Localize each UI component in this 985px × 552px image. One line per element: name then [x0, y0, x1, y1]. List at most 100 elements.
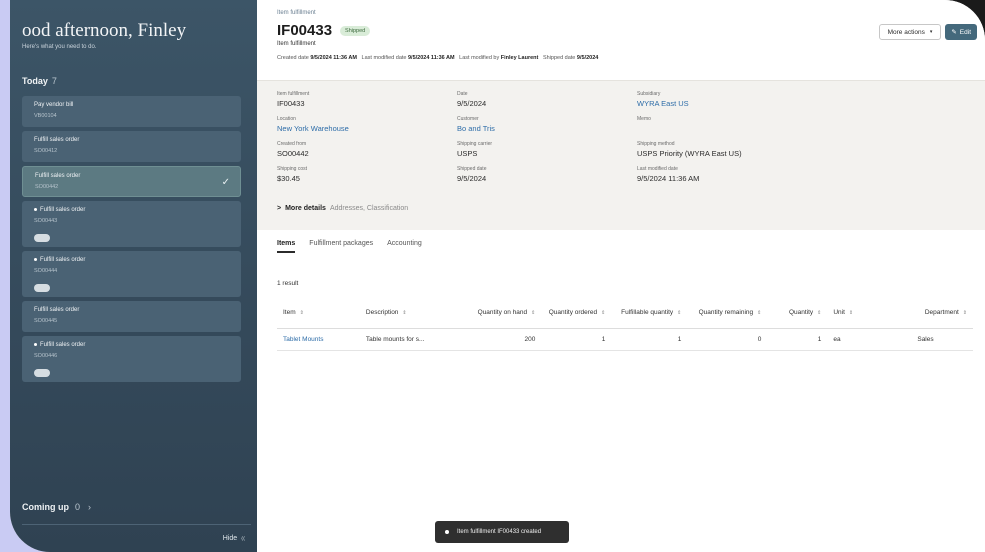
field-value: 9/5/2024: [457, 174, 487, 183]
field-label: Shipping method: [637, 141, 675, 147]
more-actions-label: More actions: [887, 28, 925, 36]
meta-label: Created date: [277, 55, 309, 61]
field-label: Date: [457, 91, 468, 97]
toast-message: Item fulfillment IF00433 created: [457, 529, 542, 535]
cell-department: Sales: [887, 328, 973, 351]
field-value: IF00433: [277, 99, 305, 108]
column-header-item[interactable]: Item ⇕: [277, 298, 360, 329]
status-badge: Shipped: [340, 25, 371, 36]
task-tag-pill: [34, 284, 50, 292]
task-item[interactable]: Fulfill sales order SO00443: [22, 201, 241, 247]
sort-icon: ⇕: [677, 310, 682, 317]
field-created-from: Created from SO00442: [277, 141, 309, 158]
edit-button[interactable]: ✎ Edit: [945, 24, 977, 40]
field-shipping-method: Shipping method USPS Priority (WYRA East…: [637, 141, 742, 158]
column-header-quantity-remaining[interactable]: Quantity remaining ⇕: [687, 298, 768, 329]
field-value: USPS Priority (WYRA East US): [637, 149, 742, 158]
task-ref: SO00412: [34, 148, 58, 154]
more-actions-button[interactable]: More actions ▾: [878, 24, 942, 40]
cell-fulfillable-quantity: 1: [611, 328, 688, 351]
more-details-toggle[interactable]: > More details Addresses, Classification: [277, 205, 408, 212]
unread-dot-icon: [34, 257, 37, 261]
cell-quantity-on-hand: 200: [471, 328, 542, 351]
meta-value: 9/5/2024: [576, 55, 599, 61]
task-title: Fulfill sales order: [35, 173, 81, 179]
record-meta: Created date 9/5/2024 11:36 AM Last modi…: [277, 55, 985, 61]
record-type: Item fulfillment: [277, 41, 316, 47]
field-value: 9/5/2024 11:36 AM: [637, 174, 700, 183]
edit-label: Edit: [959, 28, 971, 36]
chevron-right-icon: >: [277, 205, 282, 212]
table-row: Tablet Mounts Table mounts for s... 200 …: [277, 328, 973, 351]
app-window: ood afternoon, Finley Here's what you ne…: [10, 0, 985, 552]
task-ref: SO00444: [34, 268, 58, 274]
field-label: Shipping cost: [277, 166, 308, 172]
column-header-quantity[interactable]: Quantity ⇕: [767, 298, 828, 329]
task-title: Fulfill sales order: [34, 307, 80, 313]
column-header-department[interactable]: Department ⇕: [887, 298, 973, 329]
column-header-quantity-ordered[interactable]: Quantity ordered ⇕: [541, 298, 612, 329]
task-list: Pay vendor bill VB00104 Fulfill sales or…: [22, 96, 241, 386]
meta-label: Last modified by: [459, 55, 500, 61]
today-section-header[interactable]: Today 7: [22, 76, 57, 86]
task-ref: SO00446: [34, 353, 58, 359]
breadcrumb[interactable]: Item fulfillment: [277, 10, 985, 16]
column-header-description[interactable]: Description ⇕: [359, 298, 472, 329]
coming-up-section-header[interactable]: Coming up 0 ›: [22, 502, 91, 512]
tab-accounting[interactable]: Accounting: [387, 240, 422, 253]
field-subsidiary: Subsidiary WYRA East US: [637, 91, 689, 108]
task-title: Fulfill sales order: [40, 207, 86, 213]
task-tag-pill: [34, 369, 50, 377]
task-item[interactable]: Fulfill sales order SO00444: [22, 251, 241, 297]
field-date: Date 9/5/2024: [457, 91, 486, 108]
items-table: Item ⇕ Description ⇕ Quantity on hand ⇕ Qua…: [277, 298, 973, 351]
task-item[interactable]: Fulfill sales order SO00445: [22, 301, 241, 332]
sort-icon: ⇕: [817, 310, 822, 317]
field-label: Shipped date: [457, 166, 487, 172]
record-panel: Item fulfillment IF00433 Shipped Item fu…: [257, 0, 985, 552]
location-link[interactable]: New York Warehouse: [277, 124, 349, 133]
task-tag-pill: [34, 234, 50, 242]
customer-link[interactable]: Bo and Tris: [457, 124, 495, 133]
sort-icon: ⇕: [757, 310, 762, 317]
sort-icon: ⇕: [962, 310, 967, 317]
item-link[interactable]: Tablet Mounts: [277, 328, 360, 351]
column-header-unit[interactable]: Unit ⇕: [827, 298, 888, 329]
field-label: Item fulfillment: [277, 91, 310, 97]
header-actions: More actions ▾ ✎ Edit: [878, 24, 977, 40]
field-shipping-cost: Shipping cost $30.45: [277, 166, 307, 183]
field-value: 9/5/2024: [457, 99, 487, 108]
task-title: Pay vendor bill: [34, 102, 74, 108]
task-ref: VB00104: [34, 113, 57, 119]
cell-description: Table mounts for s...: [359, 328, 472, 351]
field-label: Shipping carrier: [457, 141, 493, 147]
field-value: USPS: [457, 149, 478, 158]
task-ref: SO00442: [35, 184, 59, 190]
tab-fulfillment-packages[interactable]: Fulfillment packages: [309, 240, 373, 253]
subsidiary-link[interactable]: WYRA East US: [637, 99, 689, 108]
field-label: Location: [277, 116, 296, 122]
task-item[interactable]: Fulfill sales order SO00446: [22, 336, 241, 382]
hide-sidebar-button[interactable]: Hide ⟨⟨: [223, 535, 245, 542]
more-details-hint: Addresses, Classification: [329, 205, 409, 212]
field-label: Subsidiary: [637, 91, 661, 97]
hide-label: Hide: [222, 535, 238, 542]
column-header-quantity-on-hand[interactable]: Quantity on hand ⇕: [471, 298, 542, 329]
tab-items[interactable]: Items: [277, 240, 296, 253]
cell-unit: ea: [827, 328, 888, 351]
task-item[interactable]: Pay vendor bill VB00104: [22, 96, 241, 127]
field-item-fulfillment: Item fulfillment IF00433: [277, 91, 309, 108]
task-item-selected[interactable]: Fulfill sales order SO00442 ✓: [22, 166, 241, 197]
column-header-fulfillable-quantity[interactable]: Fulfillable quantity ⇕: [611, 298, 688, 329]
cell-quantity-ordered: 1: [541, 328, 612, 351]
cell-quantity-remaining: 0: [687, 328, 768, 351]
page-title: IF00433: [277, 22, 333, 39]
record-header: Item fulfillment IF00433 Shipped Item fu…: [257, 0, 985, 82]
more-details-label: More details: [285, 205, 326, 212]
collapse-icon: ⟨⟨: [241, 536, 245, 542]
meta-label: Shipped date: [542, 55, 576, 61]
sort-icon: ⇕: [531, 310, 536, 317]
task-title: Fulfill sales order: [40, 257, 86, 263]
task-item[interactable]: Fulfill sales order SO00412: [22, 131, 241, 162]
greeting: ood afternoon, Finley: [22, 20, 187, 41]
